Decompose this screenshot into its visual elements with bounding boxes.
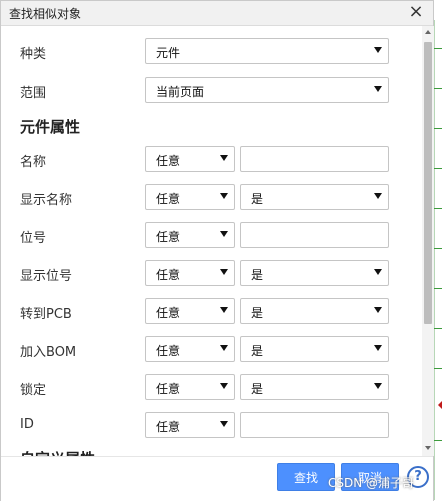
property-row-id: ID 任意 [1,412,419,438]
name-value-input[interactable] [240,146,389,172]
type-select-value: 元件 [156,46,181,60]
condition-value: 任意 [156,306,181,320]
chevron-down-icon [220,383,228,389]
dialog-content: 种类 元件 范围 当前页面 元件属性 名称 任意 显示名称 任意 是 位号 任意… [1,26,419,456]
to-pcb-value-select[interactable]: 是 [240,298,389,324]
id-condition-select[interactable]: 任意 [145,412,235,438]
canvas-tick [434,88,442,89]
dialog-title: 查找相似对象 [9,7,82,21]
condition-value: 任意 [156,420,181,434]
condition-value: 任意 [156,344,181,358]
property-label: 名称 [20,155,47,170]
chevron-down-icon [374,269,382,275]
property-label: 加入BOM [20,345,77,360]
chevron-down-icon [374,193,382,199]
canvas-tick [434,288,442,289]
scroll-down-icon[interactable] [425,446,431,450]
value-text: 是 [251,306,264,320]
canvas-tick [434,208,442,209]
add-to-bom-value-select[interactable]: 是 [240,336,389,362]
scope-row: 范围 当前页面 [1,77,419,103]
to-pcb-condition-select[interactable]: 任意 [145,298,235,324]
canvas-tick [434,168,442,169]
find-similar-dialog: 查找相似对象 × 种类 元件 范围 当前页面 元件属性 名称 任意 显示名称 任… [0,0,434,501]
display-name-condition-select[interactable]: 任意 [145,184,235,210]
chevron-down-icon [374,47,382,53]
canvas-tick [434,368,442,369]
designator-value-input[interactable] [240,222,389,248]
canvas-marker [438,400,442,410]
canvas-tick [434,48,442,49]
vertical-scrollbar[interactable] [422,26,434,456]
condition-value: 任意 [156,230,181,244]
canvas-tick [434,328,442,329]
property-row-locked: 锁定 任意 是 [1,374,419,400]
canvas-tick [434,128,442,129]
add-to-bom-condition-select[interactable]: 任意 [145,336,235,362]
condition-value: 任意 [156,192,181,206]
property-label: 显示位号 [20,269,73,284]
condition-value: 任意 [156,154,181,168]
section-custom-properties: 自定义属性 [20,448,95,456]
name-condition-select[interactable]: 任意 [145,146,235,172]
property-row-designator: 位号 任意 [1,222,419,248]
property-row-display-designator: 显示位号 任意 是 [1,260,419,286]
chevron-down-icon [374,307,382,313]
scope-select-value: 当前页面 [156,85,205,99]
dialog-titlebar[interactable]: 查找相似对象 × [1,1,433,26]
display-name-value-select[interactable]: 是 [240,184,389,210]
chevron-down-icon [220,307,228,313]
property-row-to-pcb: 转到PCB 任意 是 [1,298,419,324]
chevron-down-icon [374,86,382,92]
property-label: 显示名称 [20,193,73,208]
property-label: 锁定 [20,383,47,398]
scroll-up-icon[interactable] [425,30,431,34]
property-row-display-name: 显示名称 任意 是 [1,184,419,210]
property-row-name: 名称 任意 [1,146,419,172]
property-row-add-to-bom: 加入BOM 任意 是 [1,336,419,362]
scope-select[interactable]: 当前页面 [145,77,389,103]
value-text: 是 [251,192,264,206]
property-label: 转到PCB [20,307,72,322]
display-designator-value-select[interactable]: 是 [240,260,389,286]
chevron-down-icon [220,421,228,427]
display-designator-condition-select[interactable]: 任意 [145,260,235,286]
scrollbar-thumb[interactable] [424,42,432,324]
locked-condition-select[interactable]: 任意 [145,374,235,400]
chevron-down-icon [374,383,382,389]
canvas-tick [434,440,442,441]
condition-value: 任意 [156,268,181,282]
type-label: 种类 [20,47,47,62]
find-button[interactable]: 查找 [277,463,335,491]
canvas-grid-line [434,20,435,500]
chevron-down-icon [220,193,228,199]
designator-condition-select[interactable]: 任意 [145,222,235,248]
chevron-down-icon [220,231,228,237]
property-label: ID [20,417,34,432]
watermark: CSDN @浦子哥 [328,476,415,490]
locked-value-select[interactable]: 是 [240,374,389,400]
chevron-down-icon [220,345,228,351]
chevron-down-icon [220,269,228,275]
scope-label: 范围 [20,86,47,101]
chevron-down-icon [374,345,382,351]
type-select[interactable]: 元件 [145,38,389,64]
property-label: 位号 [20,231,47,246]
value-text: 是 [251,382,264,396]
type-row: 种类 元件 [1,38,419,64]
condition-value: 任意 [156,382,181,396]
canvas-tick [434,248,442,249]
value-text: 是 [251,268,264,282]
id-value-input[interactable] [240,412,389,438]
section-component-properties: 元件属性 [20,118,81,136]
chevron-down-icon [220,155,228,161]
value-text: 是 [251,344,264,358]
close-icon[interactable]: × [407,2,425,22]
